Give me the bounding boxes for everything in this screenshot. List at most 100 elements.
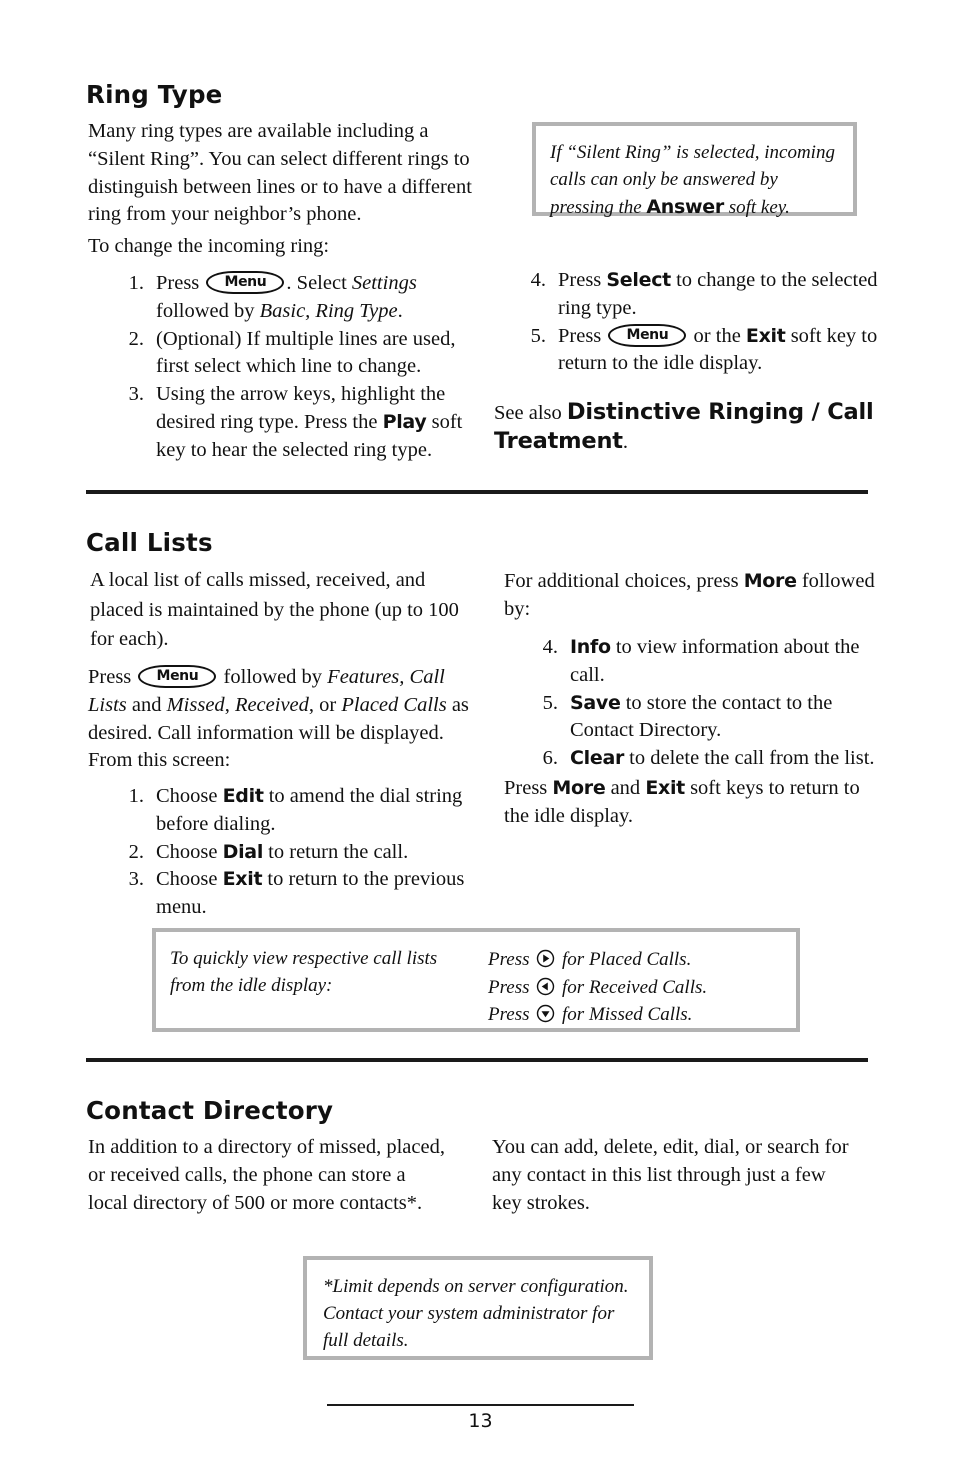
arrow-down-icon[interactable] [536,1004,555,1023]
para-text-after-1: followed by [218,666,328,688]
row-text-before: Press [488,1004,535,1026]
page-title-ring-type: Ring Type [86,80,223,109]
call-lists-para-2: Press Menu followed by Features, Call Li… [88,664,478,775]
note-rows: Press for Placed Calls. Press for Receiv… [488,946,788,1029]
list-number: 3. [128,383,144,406]
para-italic-2: Missed [166,693,225,716]
list-item: 2. (Optional) If multiple lines are used… [110,326,485,382]
list-number: 2. [128,840,144,863]
intro-text-before: For additional choices, press [504,570,744,592]
page-number: 13 [468,1410,493,1432]
list-number: 2. [128,327,144,350]
list-item: 1. Choose Edit to amend the dial string … [110,783,480,839]
step-text-after: to delete the call from the list. [624,747,875,770]
step-text-before: Choose [156,868,223,891]
see-also-suffix: . [622,430,628,453]
page-title-call-lists: Call Lists [86,528,213,557]
see-also-prefix: See also [494,402,567,424]
call-lists-steps-right: 4. Info to view information about the ca… [524,634,884,773]
menu-key-icon[interactable]: Menu [138,665,217,688]
page-title-contact-directory: Contact Directory [86,1096,334,1125]
step-italic-1: Settings [351,272,417,294]
menu-key-label: Menu [224,274,267,291]
row-text-after: for Received Calls. [557,976,708,998]
step-text-before: Choose [156,785,223,807]
outro-text-2: and [605,777,646,799]
section-divider-2 [86,1058,868,1062]
call-lists-right-outro: Press More and Exit soft keys to return … [504,775,879,831]
dial-soft-key-label: Dial [222,840,264,863]
ring-type-intro: Many ring types are available including … [88,120,472,226]
list-item: 5. Press Menu or the Exit soft key to re… [512,323,882,379]
list-number: 5. [530,324,546,347]
save-soft-key-label: Save [570,691,621,714]
outro-text-1: Press [504,777,553,799]
more-soft-key-label: More [552,777,606,799]
row-text-after: for Missed Calls. [557,1004,693,1026]
exit-soft-key-label: Exit [645,777,685,799]
row-text-before: Press [488,949,535,970]
section-divider-1 [86,490,868,494]
edit-soft-key-label: Edit [222,785,264,807]
info-soft-key-label: Info [570,636,611,658]
list-item: 3. Using the arrow keys, highlight the d… [110,381,485,464]
row-text-before: Press [488,976,535,998]
list-number: 6. [542,747,558,770]
menu-key-label: Menu [626,326,669,343]
exit-soft-key-label: Exit [745,324,786,347]
select-soft-key-label: Select [606,269,671,291]
ring-type-steps-left: 1. Press Menu . Select Settings followed… [110,270,485,464]
ring-type-steps-right: 4. Press Select to change to the selecte… [512,267,882,378]
call-lists-steps-left: 1. Choose Edit to amend the dial string … [110,783,480,922]
para-italic-4: Placed Calls [341,693,447,716]
list-number: 1. [128,272,144,294]
note-text-left: To quickly view respective call lists fr… [170,948,438,996]
list-item: 3. Choose Exit to return to the previous… [110,866,480,922]
note-row: Press for Placed Calls. [488,946,788,974]
step-text-after-2: followed by [156,299,260,322]
step-text-before: Choose [156,840,223,863]
step-text-mid: or the [688,324,746,347]
list-item: 4. Press Select to change to the selecte… [512,267,882,323]
note-box-silent-ring: If “Silent Ring” is selected, incoming c… [532,122,857,218]
para-text-after-2: and [126,693,167,716]
list-item: 5. Save to store the contact to the Cont… [524,690,884,746]
list-number: 4. [530,269,546,291]
step-text-after-1: . Select [286,272,352,294]
step-text-before: Press [156,272,200,294]
manual-page: Ring Type Many ring types are available … [0,0,954,1475]
note-text: If “Silent Ring” is selected, incoming c… [536,126,853,222]
para-text-after-4: , or [308,693,342,716]
list-number: 5. [542,691,558,714]
note-box-limit: *Limit depends on server configuration. … [303,1256,653,1360]
clear-soft-key-label: Clear [570,747,625,770]
contact-directory-para-right: You can add, delete, edit, dial, or sear… [492,1136,849,1214]
answer-soft-key-label: Answer [646,195,724,218]
more-soft-key-label: More [743,570,797,592]
ring-type-see-also: See also Distinctive Ringing / Call Trea… [494,398,884,456]
list-number: 3. [128,868,144,891]
para-italic-3: Received [234,693,309,716]
arrow-right-icon[interactable] [536,949,555,968]
arrow-left-icon[interactable] [536,977,555,996]
note-text-after: soft key. [723,196,790,218]
step-text-after-3: . [397,299,403,322]
note-row: Press for Missed Calls. [488,1001,788,1029]
list-number: 4. [542,636,558,658]
menu-key-icon[interactable]: Menu [608,323,687,347]
menu-key-label: Menu [156,668,199,685]
para-text-after-3: , [224,693,235,716]
call-lists-para-1: A local list of calls missed, received, … [90,569,459,651]
list-number: 1. [128,785,144,807]
contact-directory-para-left: In addition to a directory of missed, pl… [88,1136,445,1214]
step-text-before: Press [558,269,607,291]
play-soft-key-label: Play [382,410,427,433]
footer-rule [327,1404,634,1406]
exit-soft-key-label: Exit [222,868,263,891]
note-row: Press for Received Calls. [488,974,788,1002]
list-item: 1. Press Menu . Select Settings followed… [110,270,485,326]
menu-key-icon[interactable]: Menu [206,271,285,294]
para-text-before: Press [88,666,132,688]
ring-type-lead-in: To change the incoming ring: [88,235,330,257]
step-text-after: to view information about the call. [570,636,860,686]
